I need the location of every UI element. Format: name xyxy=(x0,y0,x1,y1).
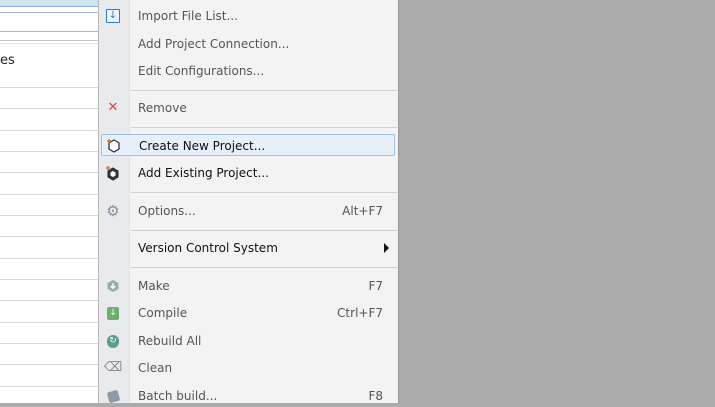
menu-item-label: Add Project Connection... xyxy=(138,37,290,51)
panel-selector-field[interactable] xyxy=(0,12,100,32)
menu-item-label: Edit Configurations... xyxy=(138,64,265,78)
tree-row-divider xyxy=(0,194,100,195)
menu-item-remove[interactable]: ✕ Remove xyxy=(101,97,395,119)
make-icon xyxy=(105,278,121,294)
tree-row-divider xyxy=(0,215,100,216)
menu-item-label: Options... xyxy=(138,204,196,218)
menu-separator xyxy=(131,127,397,128)
menu-item-label: Batch build... xyxy=(138,389,218,403)
tree-row-divider xyxy=(0,172,100,173)
menu-item-label: Add Existing Project... xyxy=(138,166,269,180)
editor-background-area xyxy=(399,0,715,403)
menu-item-options[interactable]: ⚙ Options... Alt+F7 xyxy=(101,200,395,222)
submenu-arrow-icon xyxy=(384,243,389,253)
menu-item-shortcut: F8 xyxy=(368,389,383,403)
menu-item-add-project-connection[interactable]: Add Project Connection... xyxy=(101,33,395,55)
tree-row-divider xyxy=(0,87,100,88)
clean-icon: ⌫ xyxy=(103,360,123,375)
import-icon: ↓ xyxy=(105,8,121,24)
menu-item-import-file-list[interactable]: ↓ Import File List... xyxy=(101,5,395,27)
menu-item-rebuild-all[interactable]: ↻ Rebuild All xyxy=(101,330,395,352)
menu-item-label: Remove xyxy=(138,101,187,115)
menu-item-shortcut: F7 xyxy=(368,279,383,293)
menu-item-clean[interactable]: ⌫ Clean xyxy=(101,357,395,379)
tree-row-divider xyxy=(0,343,100,344)
workspace-panel: es xyxy=(0,0,100,403)
menu-item-edit-configurations[interactable]: Edit Configurations... xyxy=(101,60,395,82)
menu-item-compile[interactable]: ↓ Compile Ctrl+F7 xyxy=(101,302,395,324)
column-header-label: es xyxy=(0,53,15,68)
tree-row-divider xyxy=(0,322,100,323)
tree-row-divider xyxy=(0,151,100,152)
add-project-icon xyxy=(105,165,121,181)
project-context-menu: ↓ Import File List... Add Project Connec… xyxy=(98,0,399,403)
menu-item-add-existing-project[interactable]: Add Existing Project... xyxy=(101,162,395,184)
batch-build-icon xyxy=(105,388,121,404)
menu-item-label: Clean xyxy=(138,361,173,375)
menu-item-label: Version Control System xyxy=(138,241,278,255)
menu-item-label: Create New Project... xyxy=(139,139,266,153)
menu-item-shortcut: Alt+F7 xyxy=(342,204,383,218)
menu-item-label: Rebuild All xyxy=(138,334,202,348)
tree-row-divider xyxy=(0,236,100,237)
tree-row-divider xyxy=(0,300,100,301)
compile-icon: ↓ xyxy=(105,305,121,321)
menu-item-label: Make xyxy=(138,279,170,293)
tree-row-divider xyxy=(0,130,100,131)
menu-item-version-control-system[interactable]: Version Control System xyxy=(101,237,395,259)
remove-icon: ✕ xyxy=(107,100,119,115)
menu-separator xyxy=(131,230,397,231)
menu-separator xyxy=(131,267,397,268)
gear-icon: ⚙ xyxy=(106,202,120,220)
new-project-icon xyxy=(106,138,122,154)
tree-row-divider xyxy=(0,386,100,387)
menu-item-create-new-project[interactable]: Create New Project... xyxy=(101,134,395,156)
rebuild-icon: ↻ xyxy=(105,333,121,349)
menu-item-make[interactable]: Make F7 xyxy=(101,275,395,297)
tree-row-divider xyxy=(0,279,100,280)
tree-row-divider xyxy=(0,258,100,259)
menu-separator xyxy=(131,90,397,91)
tree-row-divider xyxy=(0,108,100,109)
menu-item-label: Compile xyxy=(138,306,188,320)
menu-separator xyxy=(131,192,397,193)
menu-item-batch-build[interactable]: Batch build... F8 xyxy=(101,385,395,407)
panel-tab-strip[interactable] xyxy=(0,0,100,7)
menu-item-label: Import File List... xyxy=(138,9,238,23)
menu-item-shortcut: Ctrl+F7 xyxy=(337,306,383,320)
column-header-divider xyxy=(0,40,100,44)
tree-row-divider xyxy=(0,364,100,365)
